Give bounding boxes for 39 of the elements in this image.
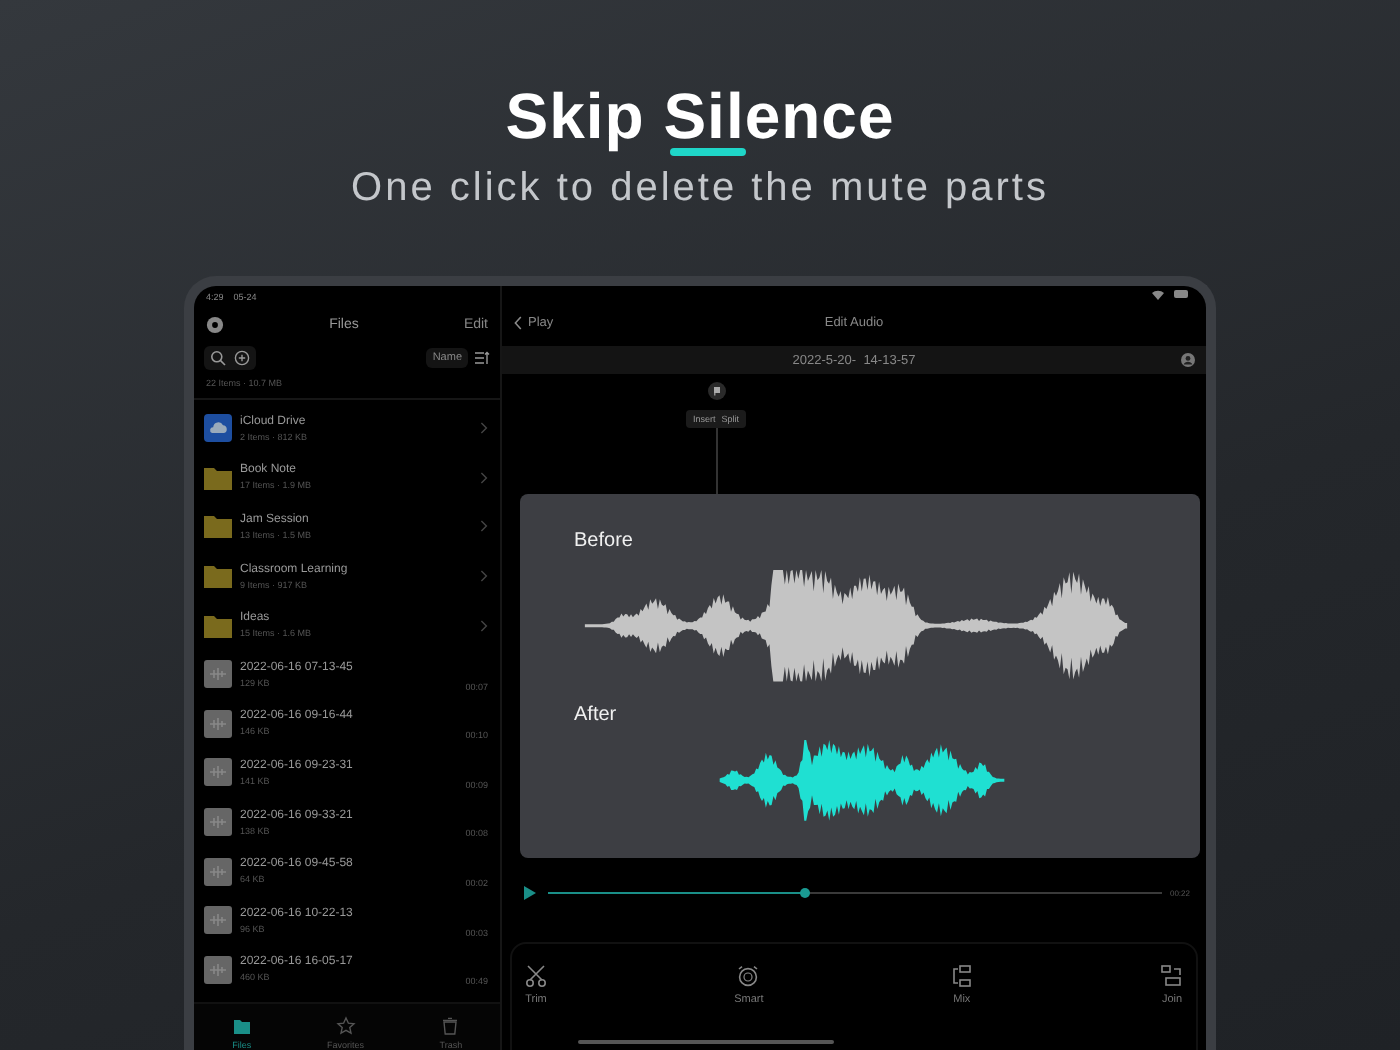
chevron-right-icon <box>480 471 488 484</box>
after-label: After <box>574 703 619 726</box>
audio-file-icon <box>204 758 232 787</box>
trash-icon <box>440 1016 461 1036</box>
folder-icon <box>204 562 232 591</box>
settings-icon[interactable] <box>206 316 224 334</box>
chevron-right-icon <box>480 520 488 533</box>
chevron-right-icon <box>480 570 488 583</box>
audio-file-icon <box>204 955 232 984</box>
join-blocks-icon <box>1160 964 1184 988</box>
audio-file-icon <box>204 660 232 689</box>
folder-icon <box>204 611 232 640</box>
flag-marker-icon[interactable] <box>707 382 725 400</box>
cloud-icon <box>204 414 232 443</box>
stacked-blocks-icon <box>949 964 974 988</box>
headline: Skip Silence <box>505 80 895 154</box>
play-icon[interactable] <box>524 886 536 900</box>
before-label: Before <box>574 530 635 552</box>
alarm-clock-icon <box>736 964 761 988</box>
scissors-icon <box>524 964 548 988</box>
chevron-left-icon <box>514 315 522 329</box>
audio-file-icon <box>204 709 232 738</box>
audio-file-icon <box>204 808 232 837</box>
folder-icon <box>231 1016 252 1036</box>
star-icon <box>335 1016 356 1036</box>
folder-icon <box>204 512 232 541</box>
add-icon[interactable] <box>234 350 250 366</box>
battery-icon <box>1174 290 1190 298</box>
sort-icon[interactable] <box>474 350 490 366</box>
audio-file-icon <box>204 906 232 935</box>
folder-icon <box>204 463 232 492</box>
profile-icon[interactable] <box>1180 352 1196 368</box>
search-icon[interactable] <box>210 350 226 366</box>
audio-file-icon <box>204 857 232 886</box>
chevron-right-icon <box>480 422 488 435</box>
subtitle: One click to delete the mute parts <box>351 166 1049 212</box>
wifi-icon <box>1152 290 1164 300</box>
underline-accent <box>669 148 746 156</box>
chevron-right-icon <box>480 619 488 632</box>
